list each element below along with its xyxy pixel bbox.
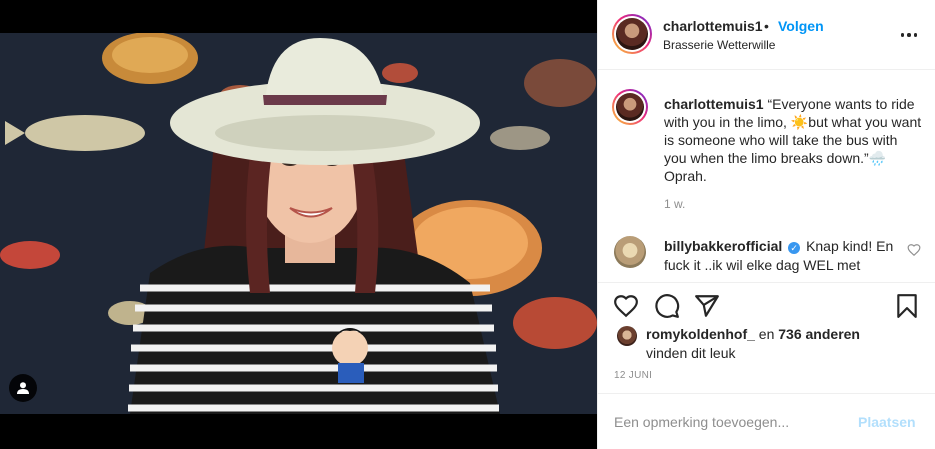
likes-and: en	[758, 326, 775, 342]
likes-summary: romykoldenhof_ en 736 anderen	[646, 326, 860, 342]
liker-avatar[interactable]	[617, 326, 637, 346]
more-options-icon[interactable]	[899, 26, 919, 44]
commenter-avatar[interactable]	[614, 236, 646, 268]
user-tag-button[interactable]	[9, 374, 37, 402]
instagram-post-modal: charlottemuis1 • Volgen Brasserie Wetter…	[0, 0, 935, 449]
post-side-panel: charlottemuis1 • Volgen Brasserie Wetter…	[597, 0, 935, 449]
follow-button[interactable]: Volgen	[778, 18, 824, 34]
small-heart-icon[interactable]	[907, 243, 921, 257]
action-bar	[598, 282, 935, 328]
likes-suffix: vinden dit leuk	[646, 345, 736, 361]
bookmark-icon[interactable]	[894, 293, 920, 319]
comment-item: billybakkerofficial ✓ Knap kind! En fuck…	[664, 237, 904, 275]
author-avatar[interactable]	[612, 14, 652, 54]
comment-input[interactable]	[614, 410, 844, 434]
rain-emoji: 🌧️	[868, 150, 887, 166]
likes-count[interactable]: 736 anderen	[778, 326, 860, 342]
heart-icon[interactable]	[613, 293, 639, 319]
caption-username[interactable]: charlottemuis1	[664, 96, 764, 112]
caption-text-part3: Oprah.	[664, 168, 707, 184]
liker-username[interactable]: romykoldenhof_	[646, 326, 755, 342]
post-comment-button[interactable]: Plaatsen	[858, 414, 916, 430]
add-comment-bar: Plaatsen	[598, 393, 935, 449]
comments-section: charlottemuis1 “Everyone wants to ride w…	[598, 71, 935, 281]
post-media	[0, 0, 597, 449]
caption-author-avatar[interactable]	[612, 89, 648, 125]
sun-emoji: ☀️	[790, 114, 809, 130]
verified-badge-icon: ✓	[788, 242, 801, 254]
photo-illustration	[0, 33, 597, 414]
commenter-username[interactable]: billybakkerofficial	[664, 238, 782, 254]
author-username[interactable]: charlottemuis1	[663, 18, 763, 34]
share-icon[interactable]	[694, 293, 720, 319]
header-separator: •	[764, 18, 769, 34]
post-caption: charlottemuis1 “Everyone wants to ride w…	[664, 95, 922, 185]
post-header: charlottemuis1 • Volgen Brasserie Wetter…	[598, 0, 935, 70]
post-date[interactable]: 12 JUNI	[614, 370, 652, 381]
user-tag-icon	[17, 382, 29, 394]
location-link[interactable]: Brasserie Wetterwille	[663, 38, 775, 52]
post-photo[interactable]	[0, 33, 597, 414]
comment-icon[interactable]	[654, 293, 680, 319]
caption-timestamp[interactable]: 1 w.	[664, 197, 685, 211]
